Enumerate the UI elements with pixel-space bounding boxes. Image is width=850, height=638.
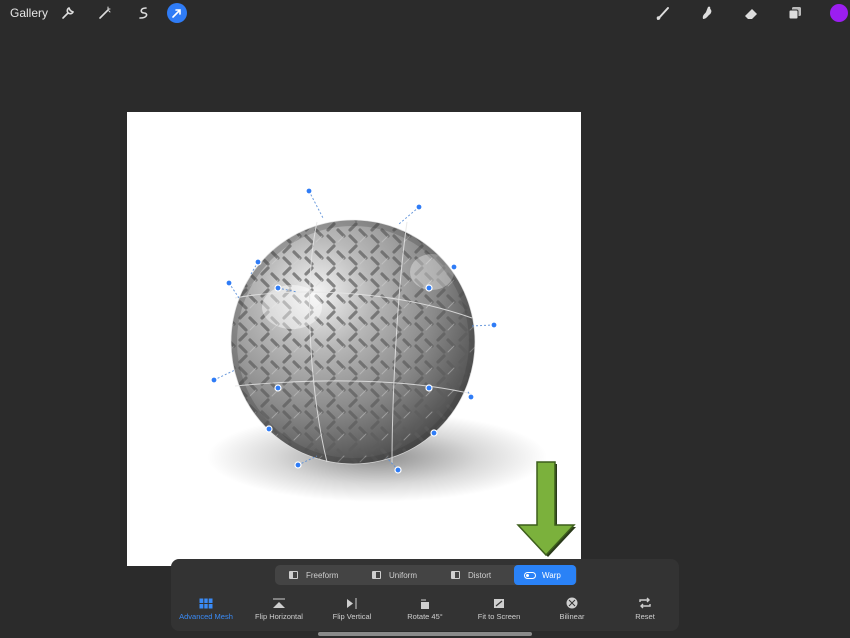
mode-distort-button[interactable]: Distort bbox=[451, 565, 491, 585]
brush-icon[interactable] bbox=[653, 3, 673, 23]
mode-label: Freeform bbox=[306, 570, 339, 580]
flip-vertical-icon bbox=[347, 597, 357, 609]
action-label: Bilinear bbox=[559, 612, 585, 621]
selection-icon[interactable] bbox=[133, 3, 153, 23]
action-label: Reset bbox=[635, 612, 655, 621]
current-color-swatch[interactable] bbox=[830, 4, 848, 22]
distort-icon bbox=[451, 571, 460, 579]
layers-icon[interactable] bbox=[785, 3, 805, 23]
gallery-button[interactable]: Gallery bbox=[10, 6, 48, 20]
mode-warp-button[interactable]: Warp bbox=[514, 565, 576, 585]
transform-mode-selector: Freeform Uniform Distort Warp bbox=[275, 565, 577, 585]
flip-vertical-button[interactable]: Flip Vertical bbox=[312, 597, 392, 621]
transform-panel: Freeform Uniform Distort Warp Advanced M… bbox=[171, 559, 679, 631]
artwork-canvas[interactable] bbox=[127, 112, 581, 566]
uniform-icon bbox=[372, 571, 381, 579]
action-label: Rotate 45° bbox=[407, 612, 443, 621]
warp-toggle-icon bbox=[524, 571, 536, 579]
mode-label: Warp bbox=[542, 570, 561, 580]
fit-to-screen-icon bbox=[494, 598, 504, 608]
mesh-grid-icon bbox=[199, 598, 213, 608]
rotate-icon bbox=[421, 599, 429, 609]
down-arrow-annotation-icon bbox=[516, 461, 576, 557]
advanced-mesh-button[interactable]: Advanced Mesh bbox=[166, 597, 246, 621]
reset-icon bbox=[639, 597, 651, 609]
reset-button[interactable]: Reset bbox=[605, 597, 685, 621]
bilinear-button[interactable]: Bilinear bbox=[532, 597, 612, 621]
action-label: Flip Horizontal bbox=[255, 612, 303, 621]
mode-freeform-button[interactable]: Freeform bbox=[289, 565, 338, 585]
top-toolbar: Gallery bbox=[0, 0, 850, 26]
mode-label: Distort bbox=[468, 570, 492, 580]
mode-uniform-button[interactable]: Uniform bbox=[372, 565, 417, 585]
fit-to-screen-button[interactable]: Fit to Screen bbox=[459, 597, 539, 621]
flip-horizontal-button[interactable]: Flip Horizontal bbox=[239, 597, 319, 621]
wrench-icon[interactable] bbox=[58, 3, 78, 23]
metal-sphere-artwork bbox=[207, 187, 547, 502]
bilinear-icon bbox=[566, 597, 578, 609]
eraser-icon[interactable] bbox=[741, 3, 761, 23]
mode-label: Uniform bbox=[389, 570, 418, 580]
action-label: Fit to Screen bbox=[477, 612, 521, 621]
action-label: Flip Vertical bbox=[332, 612, 372, 621]
rotate-45-button[interactable]: Rotate 45° bbox=[385, 597, 465, 621]
action-label: Advanced Mesh bbox=[179, 612, 233, 621]
flip-horizontal-icon bbox=[273, 598, 285, 608]
home-indicator[interactable] bbox=[318, 632, 532, 636]
transform-arrow-icon[interactable] bbox=[167, 3, 187, 23]
smudge-icon[interactable] bbox=[697, 3, 717, 23]
freeform-icon bbox=[289, 571, 298, 579]
magic-wand-icon[interactable] bbox=[95, 3, 115, 23]
